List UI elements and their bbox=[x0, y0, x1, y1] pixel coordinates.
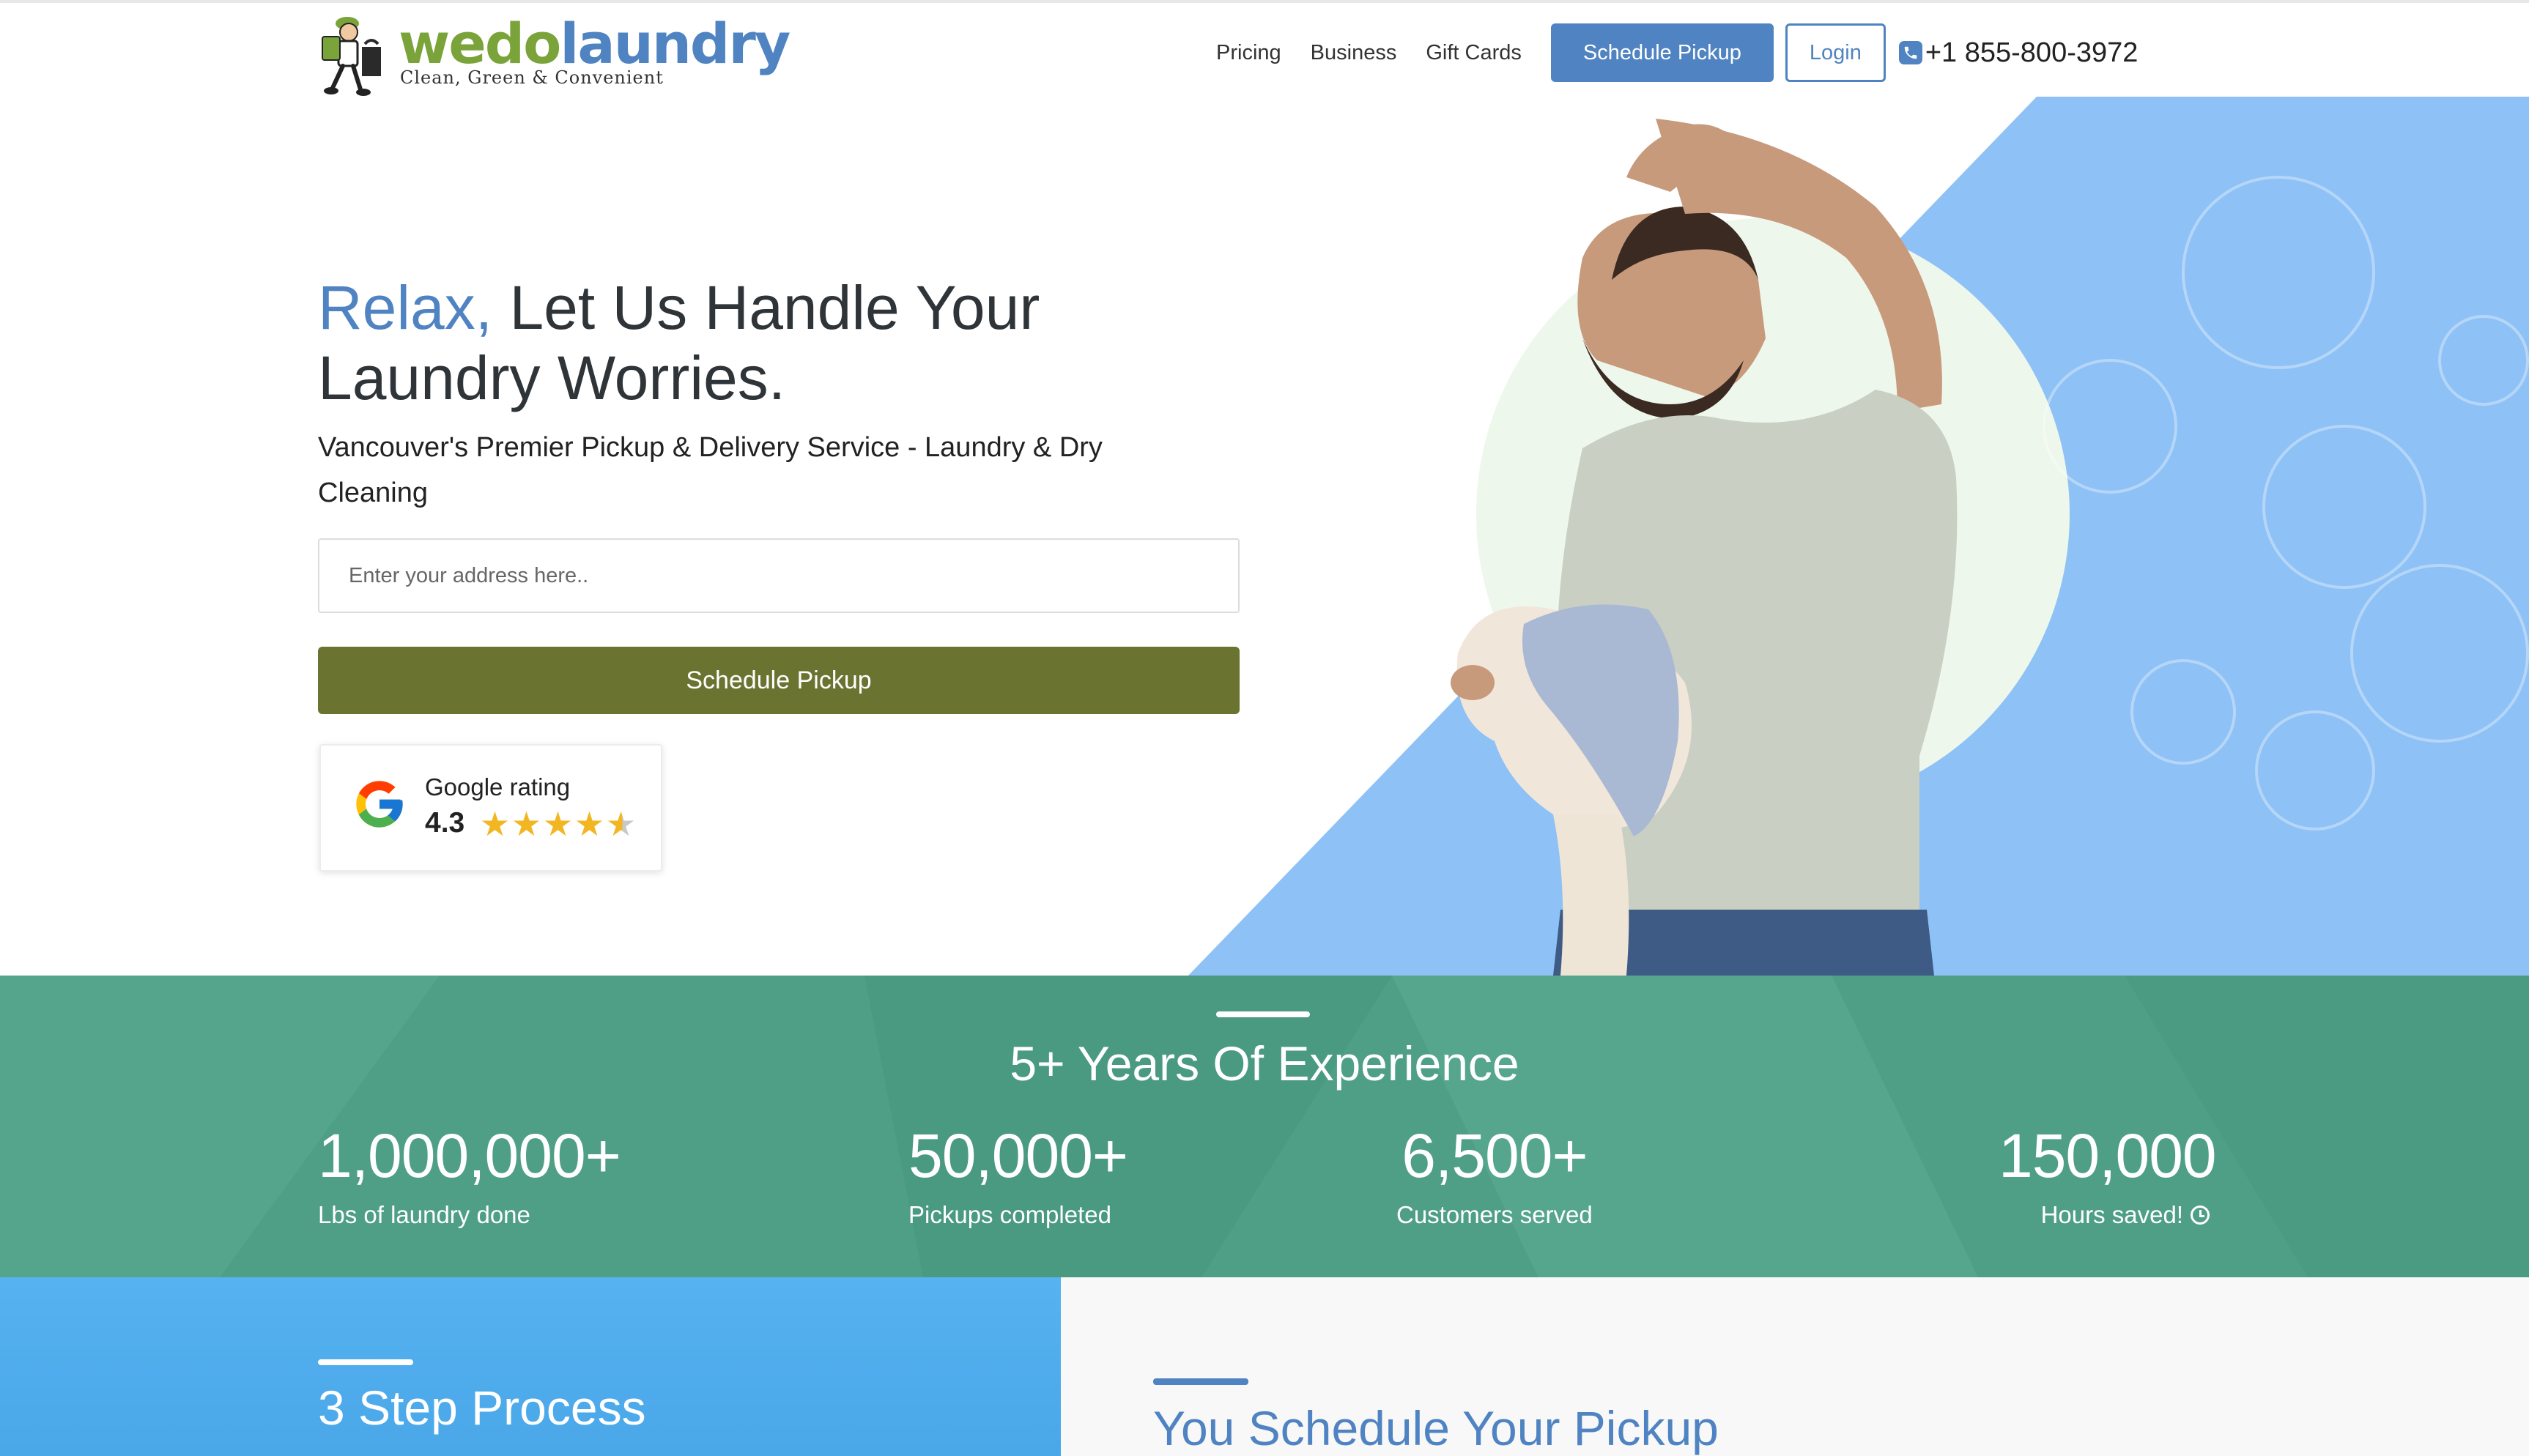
phone-icon bbox=[1898, 41, 1922, 64]
hero-heading-accent: Relax, bbox=[318, 273, 493, 342]
stat-number: 1,000,000+ bbox=[318, 1121, 621, 1190]
schedule-pickup-info-section: You Schedule Your Pickup bbox=[1061, 1277, 2529, 1456]
google-rating-score: 4.3 bbox=[425, 807, 465, 839]
stat-hours-saved: 150,000 Hours saved! bbox=[1999, 1119, 2217, 1229]
stat-pickups-completed: 50,000+ Pickups completed bbox=[908, 1119, 1128, 1229]
stat-laundry-done: 1,000,000+ Lbs of laundry done bbox=[318, 1119, 621, 1229]
stat-label-row: Hours saved! bbox=[1999, 1201, 2210, 1229]
star-icon: ★ bbox=[479, 805, 511, 843]
stat-label: Hours saved! bbox=[2040, 1201, 2183, 1228]
brand-logo[interactable]: wedolaundry Clean, Green & Convenient bbox=[318, 10, 790, 97]
hero-schedule-pickup-button[interactable]: Schedule Pickup bbox=[318, 647, 1240, 714]
steps-divider bbox=[318, 1359, 413, 1365]
three-step-process-section: 3 Step Process bbox=[0, 1277, 1061, 1456]
laundry-mascot-icon bbox=[322, 17, 381, 96]
star-icon: ★ bbox=[574, 805, 605, 843]
address-input[interactable] bbox=[318, 538, 1240, 613]
rating-stars: ★ ★ ★ ★ ★ bbox=[479, 806, 637, 842]
brand-tagline: Clean, Green & Convenient bbox=[400, 67, 664, 88]
stat-label: Customers served bbox=[1396, 1201, 1593, 1228]
stat-label: Lbs of laundry done bbox=[318, 1201, 530, 1228]
stats-heading: 5+ Years Of Experience bbox=[1010, 1036, 1519, 1091]
google-rating-label: Google rating bbox=[425, 773, 571, 801]
schedule-divider bbox=[1153, 1378, 1248, 1385]
stats-divider bbox=[1216, 1011, 1310, 1017]
clock-icon bbox=[2191, 1206, 2210, 1225]
nav-gift-cards-link[interactable]: Gift Cards bbox=[1426, 41, 1522, 65]
login-button[interactable]: Login bbox=[1785, 23, 1886, 82]
hero-heading-line2: Laundry Worries. bbox=[318, 343, 786, 412]
star-half-icon: ★ bbox=[605, 805, 637, 843]
hero-heading: Relax, Let Us Handle Your Laundry Worrie… bbox=[318, 272, 1197, 413]
experience-stats-section: 5+ Years Of Experience 1,000,000+ Lbs of… bbox=[0, 976, 2529, 1277]
hero-heading-rest: Let Us Handle Your bbox=[492, 273, 1040, 342]
nav-pricing-link[interactable]: Pricing bbox=[1216, 41, 1281, 65]
header-schedule-pickup-button[interactable]: Schedule Pickup bbox=[1550, 23, 1774, 82]
star-icon: ★ bbox=[511, 805, 542, 843]
stat-number: 6,500+ bbox=[1401, 1121, 1588, 1190]
brand-wordmark: wedolaundry bbox=[399, 11, 790, 76]
steps-heading: 3 Step Process bbox=[318, 1381, 646, 1435]
site-header: wedolaundry Clean, Green & Convenient Pr… bbox=[0, 3, 2529, 97]
stat-number: 150,000 bbox=[1999, 1121, 2217, 1190]
main-nav: Pricing Business Gift Cards Schedule Pic… bbox=[1216, 23, 2138, 82]
star-icon: ★ bbox=[542, 805, 574, 843]
stat-customers-served: 6,500+ Customers served bbox=[1396, 1119, 1593, 1229]
hero-section: Relax, Let Us Handle Your Laundry Worrie… bbox=[0, 97, 2529, 976]
hero-subtitle: Vancouver's Premier Pickup & Delivery Se… bbox=[318, 432, 1103, 508]
phone-number: +1 855-800-3972 bbox=[1925, 37, 2139, 68]
schedule-heading: You Schedule Your Pickup bbox=[1153, 1401, 1719, 1455]
phone-link[interactable]: +1 855-800-3972 bbox=[1898, 37, 2139, 69]
nav-business-link[interactable]: Business bbox=[1311, 41, 1397, 65]
stat-label: Pickups completed bbox=[908, 1201, 1111, 1228]
google-g-icon bbox=[356, 781, 403, 828]
stat-number: 50,000+ bbox=[908, 1121, 1128, 1190]
google-rating-card[interactable]: Google rating 4.3 ★ ★ ★ ★ ★ bbox=[319, 744, 662, 872]
